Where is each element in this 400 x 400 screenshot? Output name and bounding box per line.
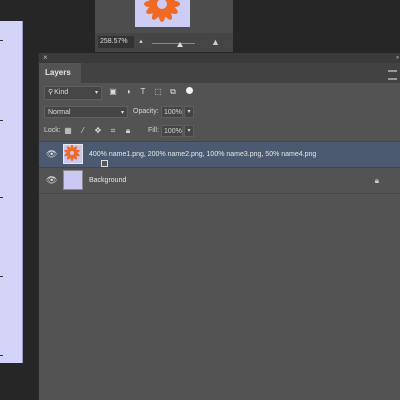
filter-kind-label: Kind — [54, 89, 69, 96]
chevron-down-icon: ▾ — [120, 110, 124, 116]
tab-layers[interactable]: Layers — [39, 63, 81, 83]
blend-mode-select[interactable]: Normal ▾ — [44, 106, 128, 118]
navigator-panel: 258.57% ▲ ▲ — [95, 0, 233, 52]
zoom-input[interactable]: 258.57% — [98, 36, 134, 48]
lock-position-move-icon[interactable]: ✥ — [93, 125, 103, 137]
lock-row: Lock: ▦ ⁄ ✥ ⌗ 🔒︎ Fill: 100% ▾ — [39, 125, 400, 139]
lock-label: Lock: — [44, 127, 61, 134]
flower-preview-icon — [144, 0, 180, 22]
ruler-tick — [0, 40, 3, 41]
layer-name[interactable]: 400% name1.png, 200% name2.png, 100% nam… — [89, 142, 316, 168]
search-icon: ⚲ — [48, 89, 54, 96]
layer-thumbnail[interactable] — [63, 170, 83, 190]
smart-object-filter-icon[interactable]: ⧉ — [168, 86, 178, 98]
lock-icon[interactable]: 🔒︎ — [375, 175, 379, 187]
filter-row: ⚲Kind ▾ ▣ ◑ T ⬚ ⧉ — [39, 86, 400, 102]
opacity-input[interactable]: 100% — [161, 106, 183, 118]
panel-tab-bar: Layers — [39, 63, 400, 83]
lock-image-brush-icon[interactable]: ⁄ — [78, 125, 88, 137]
layer-name[interactable]: Background — [89, 168, 126, 194]
opacity-dropdown-icon[interactable]: ▾ — [184, 106, 194, 118]
flower-thumbnail-icon — [64, 145, 80, 161]
layers-panel: × ›› Layers ⚲Kind ▾ ▣ ◑ T ⬚ ⧉ Normal ▾ O… — [38, 53, 400, 400]
opacity-label: Opacity: — [133, 108, 159, 115]
blend-mode-value: Normal — [48, 109, 71, 116]
lock-artboard-icon[interactable]: ⌗ — [108, 125, 118, 137]
lock-transparent-icon[interactable]: ▦ — [63, 125, 73, 137]
eye-visibility-icon[interactable]: 👁︎ — [46, 148, 57, 160]
navigator-controls: 258.57% ▲ ▲ — [95, 33, 233, 52]
panel-menu-icon[interactable] — [388, 70, 397, 80]
layer-row-smart-object[interactable]: 👁︎ 400% name1.png, 200% name2.png, 100% … — [39, 142, 400, 168]
filter-toggle[interactable] — [186, 87, 193, 94]
ruler-tick — [0, 197, 3, 198]
chevron-down-icon: ▾ — [94, 90, 98, 96]
layer-thumbnail[interactable] — [63, 144, 108, 167]
zoom-slider[interactable] — [152, 43, 195, 44]
image-filter-icon[interactable]: ▣ — [108, 86, 118, 98]
filter-kind-select[interactable]: ⚲Kind ▾ — [44, 86, 102, 100]
shape-filter-icon[interactable]: ⬚ — [153, 86, 163, 98]
blend-row: Normal ▾ Opacity: 100% ▾ — [39, 106, 400, 120]
mountain-small-icon[interactable]: ▲ — [138, 39, 144, 45]
collapse-icon[interactable]: ›› — [396, 53, 399, 63]
close-icon[interactable]: × — [43, 53, 48, 63]
panel-title-bar[interactable]: × ›› — [39, 53, 400, 63]
navigator-preview[interactable] — [135, 0, 190, 27]
ruler-tick — [0, 355, 3, 356]
ruler-tick — [0, 276, 3, 277]
mountain-large-icon[interactable]: ▲ — [211, 37, 220, 47]
lock-all-icon[interactable]: 🔒︎ — [123, 125, 133, 137]
document-canvas[interactable] — [0, 21, 23, 363]
zoom-slider-handle[interactable] — [177, 42, 183, 47]
type-filter-icon[interactable]: T — [138, 86, 148, 98]
fill-label: Fill: — [148, 127, 159, 134]
fill-input[interactable]: 100% — [161, 125, 183, 137]
ruler-tick — [0, 120, 3, 121]
eye-visibility-icon[interactable]: 👁︎ — [46, 174, 57, 186]
fill-dropdown-icon[interactable]: ▾ — [184, 125, 194, 137]
adjustment-filter-icon[interactable]: ◑ — [123, 86, 133, 98]
layer-row-background[interactable]: 👁︎ Background 🔒︎ — [39, 168, 400, 194]
